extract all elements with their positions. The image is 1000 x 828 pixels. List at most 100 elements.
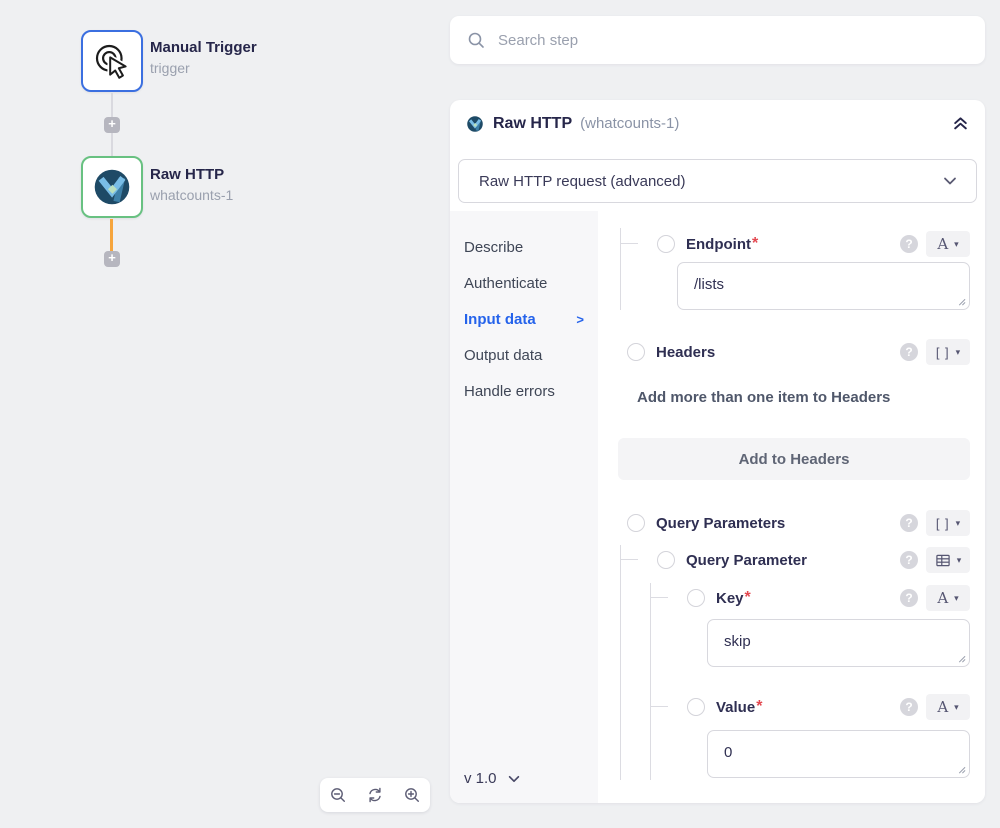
list-type-icon: [ ] <box>936 345 950 360</box>
endpoint-value: /lists <box>694 276 724 293</box>
help-icon[interactable]: ? <box>900 589 918 607</box>
tab-authenticate[interactable]: Authenticate <box>450 265 598 301</box>
add-step-button[interactable]: + <box>104 117 120 133</box>
tab-output-data[interactable]: Output data <box>450 337 598 373</box>
zoom-out-icon <box>329 786 347 804</box>
node-title: Raw HTTP <box>150 166 224 183</box>
text-type-icon: A <box>937 698 948 716</box>
caret-down-icon: ▾ <box>954 593 959 604</box>
search-input[interactable] <box>498 32 969 49</box>
manual-trigger-node[interactable] <box>81 30 143 92</box>
zoom-reset-button[interactable] <box>357 778 394 812</box>
help-icon[interactable]: ? <box>900 514 918 532</box>
node-subtitle: whatcounts-1 <box>150 187 233 203</box>
active-tab-arrow-icon: > <box>576 312 584 327</box>
key-value: skip <box>724 633 751 650</box>
query-parameter-field-row: Query Parameter ? ▾ <box>657 548 970 572</box>
required-marker: * <box>745 589 751 607</box>
manual-trigger-icon <box>92 41 132 81</box>
tab-handle-errors[interactable]: Handle errors <box>450 373 598 409</box>
raw-http-node[interactable] <box>81 156 143 218</box>
panel-subtitle: (whatcounts-1) <box>580 115 679 132</box>
tab-label: Input data <box>464 311 536 328</box>
list-type-icon: [ ] <box>936 516 950 531</box>
value-input[interactable]: 0 <box>707 730 970 778</box>
tree-line <box>650 706 668 707</box>
panel-body: Describe Authenticate Input data > Outpu… <box>450 211 985 803</box>
tree-line <box>620 228 621 310</box>
key-input[interactable]: skip <box>707 619 970 667</box>
connector-line-active <box>110 219 113 252</box>
tab-label: Describe <box>464 239 523 256</box>
refresh-icon <box>366 786 384 804</box>
canvas-zoom-toolbar <box>320 778 430 812</box>
search-bar <box>450 16 985 64</box>
field-label: Endpoint <box>686 236 751 253</box>
caret-down-icon: ▾ <box>956 518 961 529</box>
operation-select[interactable]: Raw HTTP request (advanced) <box>458 159 977 203</box>
field-type-button[interactable]: A ▾ <box>926 694 970 720</box>
jsonpath-toggle[interactable] <box>687 698 705 716</box>
jsonpath-toggle[interactable] <box>657 551 675 569</box>
add-step-button[interactable]: + <box>104 251 120 267</box>
field-type-button[interactable]: A ▾ <box>926 231 970 257</box>
headers-field-row: Headers ? [ ] ▾ <box>627 340 970 364</box>
text-type-icon: A <box>937 589 948 607</box>
tab-input-data[interactable]: Input data > <box>450 301 598 337</box>
operation-select-value: Raw HTTP request (advanced) <box>479 173 685 190</box>
input-data-form: Endpoint* ? A ▾ /lists Headers ? <box>598 211 985 803</box>
field-label: Headers <box>656 344 715 361</box>
collapse-panel-button[interactable] <box>952 115 969 132</box>
add-to-headers-button[interactable]: Add to Headers <box>618 438 970 480</box>
field-label: Value <box>716 699 755 716</box>
resize-grip-icon[interactable] <box>957 654 966 663</box>
tree-line <box>620 243 638 244</box>
help-icon[interactable]: ? <box>900 698 918 716</box>
tree-line <box>650 583 651 780</box>
field-type-button[interactable]: [ ] ▾ <box>926 339 970 365</box>
endpoint-field-row: Endpoint* ? A ▾ <box>657 232 970 256</box>
whatcounts-icon <box>92 167 132 207</box>
chevron-down-icon <box>942 173 958 189</box>
required-marker: * <box>752 235 758 253</box>
resize-grip-icon[interactable] <box>957 765 966 774</box>
field-type-button[interactable]: A ▾ <box>926 585 970 611</box>
value-value: 0 <box>724 744 732 761</box>
caret-down-icon: ▾ <box>956 347 961 358</box>
help-icon[interactable]: ? <box>900 235 918 253</box>
version-selector[interactable]: v 1.0 <box>464 770 521 787</box>
headers-hint: Add more than one item to Headers <box>637 389 890 406</box>
zoom-in-button[interactable] <box>393 778 430 812</box>
jsonpath-toggle[interactable] <box>627 514 645 532</box>
zoom-out-button[interactable] <box>320 778 357 812</box>
chevron-down-icon <box>507 772 521 786</box>
tree-line <box>620 559 638 560</box>
field-type-button[interactable]: [ ] ▾ <box>926 510 970 536</box>
help-icon[interactable]: ? <box>900 551 918 569</box>
required-marker: * <box>756 698 762 716</box>
caret-down-icon: ▾ <box>954 239 959 250</box>
jsonpath-toggle[interactable] <box>687 589 705 607</box>
endpoint-input[interactable]: /lists <box>677 262 970 310</box>
search-icon <box>466 30 486 50</box>
tree-line <box>650 597 668 598</box>
jsonpath-toggle[interactable] <box>627 343 645 361</box>
node-title: Manual Trigger <box>150 39 257 56</box>
help-icon[interactable]: ? <box>900 343 918 361</box>
text-type-icon: A <box>937 235 948 253</box>
zoom-in-icon <box>403 786 421 804</box>
panel-title: Raw HTTP <box>493 115 572 133</box>
jsonpath-toggle[interactable] <box>657 235 675 253</box>
step-config-panel: Raw HTTP (whatcounts-1) Raw HTTP request… <box>450 100 985 803</box>
tab-describe[interactable]: Describe <box>450 229 598 265</box>
value-field-row: Value* ? A ▾ <box>687 695 970 719</box>
whatcounts-icon-small <box>466 115 484 133</box>
table-type-icon <box>935 553 951 568</box>
node-subtitle: trigger <box>150 60 190 76</box>
tab-label: Handle errors <box>464 383 555 400</box>
field-type-button[interactable]: ▾ <box>926 547 970 573</box>
resize-grip-icon[interactable] <box>957 297 966 306</box>
double-chevron-up-icon <box>952 115 969 132</box>
version-label: v 1.0 <box>464 770 497 787</box>
field-label: Query Parameter <box>686 552 807 569</box>
